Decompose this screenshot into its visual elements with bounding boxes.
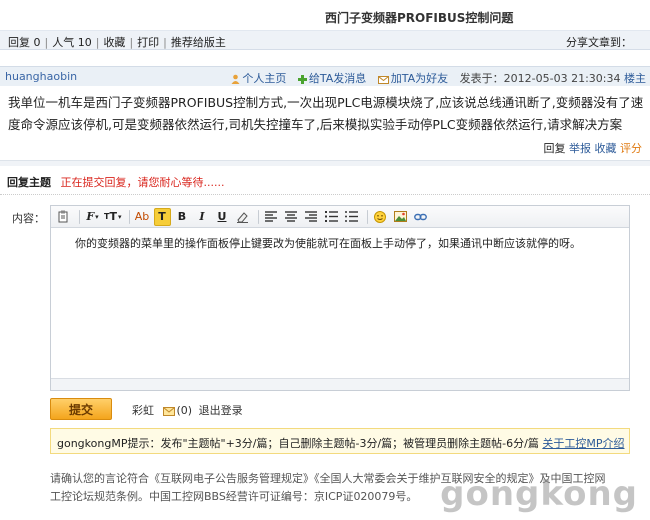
title-bar: 西门子变频器PROFIBUS控制问题 [0,0,650,30]
font-size-label: T [109,210,117,223]
plus-icon [297,75,307,84]
eraser-icon[interactable] [234,208,251,226]
mp-tip-box: gongkongMP提示：发布"主题帖"+3分/篇；自己删除主题帖-3分/篇；被… [50,428,630,454]
home-label: 个人主页 [242,72,287,85]
post-body: 我单位一机车是西门子变频器PROFIBUS控制方式,一次出现PLC电源模块烧了,… [8,95,644,132]
add-friend-label: 加TA为好友 [390,72,449,85]
reply-status: 正在提交回复，请您耐心等待...... [60,176,225,189]
submit-button[interactable]: 提交 [50,398,112,420]
thread-action-bar: 回复 0 | 人气 10 | 收藏 | 打印 | 推荐给版主 分享文章到： [0,30,650,50]
editor-resize-bar[interactable] [51,378,629,390]
numbered-list-icon[interactable] [323,208,340,226]
post-favorite-link[interactable]: 收藏 [595,142,617,155]
toolbar-separator [128,209,130,224]
mail-icon [377,76,389,84]
content-label: 内容： [12,212,45,225]
paste-icon[interactable] [55,208,72,226]
user-icon [231,74,240,84]
submit-row: 提交 彩虹 (0) 退出登录 [50,398,630,422]
share-label[interactable]: 分享文章到： [566,34,632,50]
highlight-button[interactable]: T [153,207,171,226]
text-color-button[interactable]: Ab [134,208,151,226]
toolbar-separator [257,209,259,224]
image-icon[interactable] [392,208,409,226]
message-label: 给TA发消息 [308,72,367,85]
reply-count: 回复 0 [8,36,41,49]
underline-button[interactable]: U [214,208,231,226]
italic-button[interactable]: I [194,208,211,226]
floor-label: 楼主 [624,72,646,85]
align-center-icon[interactable] [283,208,300,226]
emoji-icon[interactable] [372,208,389,226]
mp-intro-link[interactable]: 关于工控MP介绍 [542,437,624,450]
reply-content-input[interactable]: 你的变频器的菜单里的操作面板停止键要改为使能就可在面板上手动停了，如果通讯中断应… [51,228,629,260]
message-count: (0) [176,404,193,417]
add-friend-link[interactable]: 加TA为好友 [377,72,452,85]
author-name[interactable]: huanghaobin [5,70,77,83]
reply-title: 回复主题 [7,176,51,189]
reply-divider [0,194,650,195]
page-title: 西门子变频器PROFIBUS控制问题 [325,11,514,25]
toolbar-separator [79,209,80,224]
bold-button[interactable]: B [174,208,191,226]
watermark-logo: gongkong [440,474,638,514]
bullet-list-icon[interactable] [343,208,360,226]
link-icon[interactable] [412,208,429,226]
favorite-link[interactable]: 收藏 [103,36,125,49]
align-left-icon[interactable] [263,208,280,226]
section-divider [0,160,650,166]
current-user: 彩虹 (0) 退出登录 [132,402,243,418]
username[interactable]: 彩虹 [132,404,154,417]
align-right-icon[interactable] [303,208,320,226]
print-link[interactable]: 打印 [137,36,159,49]
reply-link[interactable]: 回复 [544,142,566,155]
recommend-link[interactable]: 推荐给版主 [171,36,226,49]
editor-toolbar: F ▾ T T ▾ Ab T B I U [51,206,629,228]
font-family-button[interactable]: F ▾ [84,208,101,226]
rich-text-editor: F ▾ T T ▾ Ab T B I U 你的变频器的菜单里的操作面板停止键要改… [50,205,630,391]
mp-tip-text: gongkongMP提示：发布"主题帖"+3分/篇；自己删除主题帖-3分/篇；被… [57,437,539,450]
reply-header: 回复主题 正在提交回复，请您耐心等待...... [7,174,224,190]
author-bar: huanghaobin 个人主页 给TA发消息 加TA为好友 发表于：2012-… [0,66,650,86]
toolbar-separator [366,209,368,224]
logout-link[interactable]: 退出登录 [199,404,243,417]
message-link[interactable]: 给TA发消息 [297,72,370,85]
rate-link[interactable]: 评分 [620,142,642,155]
mail-icon[interactable] [162,407,175,416]
font-size-button[interactable]: T T ▾ [104,208,122,226]
report-link[interactable]: 举报 [569,142,591,155]
view-count: 人气 10 [52,36,92,49]
home-link[interactable]: 个人主页 [231,72,290,85]
post-time: 发表于：2012-05-03 21:30:34 [459,72,621,85]
post-actions: 回复 举报 收藏 评分 [544,140,643,156]
font-family-label: F [86,210,95,223]
